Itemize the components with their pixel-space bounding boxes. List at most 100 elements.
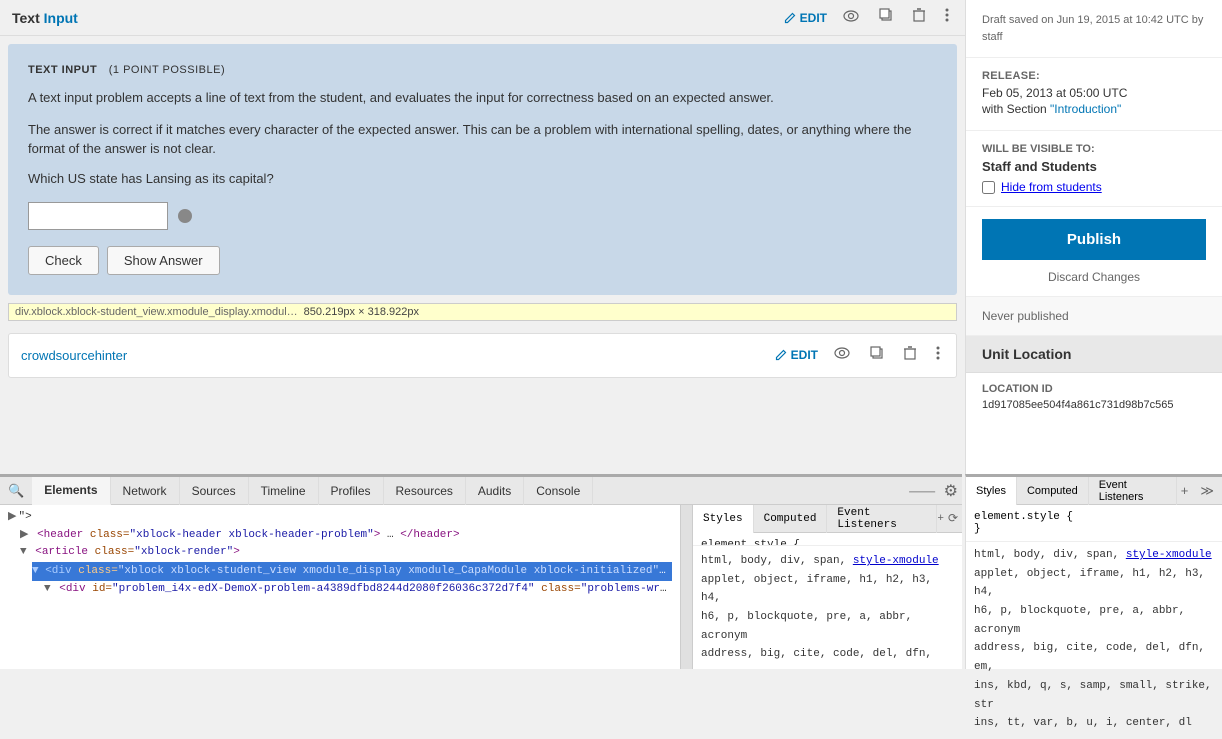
hide-from-students-row: Hide from students: [982, 180, 1206, 194]
html-line-3: ▼ <article class="xblock-render">: [20, 544, 672, 562]
hint-delete-btn[interactable]: [900, 344, 920, 367]
bottom-styles-content: element.style { }: [966, 505, 1222, 541]
devtools-content: ▶"> ▶ <header class="xblock-header xbloc…: [0, 505, 962, 669]
html-line-sub1: ▼ <div id="problem_i4x-edX-DemoX-problem…: [44, 581, 672, 599]
dom-tooltip: div.xblock.xblock-student_view.xmodule_d…: [8, 303, 957, 321]
styles-tab-computed[interactable]: Computed: [754, 505, 828, 533]
hide-from-students-link[interactable]: Hide from students: [1001, 180, 1102, 194]
problem-title: TEXT INPUT (1 point possible): [28, 64, 937, 76]
bottom-styles-add-icon[interactable]: +: [1177, 481, 1193, 500]
bottom-styles-tab-computed[interactable]: Computed: [1017, 477, 1089, 505]
bottom-styles-rule-end: }: [974, 523, 1214, 535]
problem-question: Which US state has Lansing as its capita…: [28, 171, 937, 186]
styles-tabs: Styles Computed Event Listeners + ⟳: [693, 505, 962, 533]
header-actions: EDIT: [784, 6, 953, 29]
devtools-tab-timeline[interactable]: Timeline: [249, 477, 319, 505]
problem-desc-1: A text input problem accepts a line of t…: [28, 88, 937, 108]
hint-visibility-btn[interactable]: [830, 344, 854, 366]
devtools-settings-btn[interactable]: ⚙: [940, 479, 962, 503]
visibility-icon-btn[interactable]: [839, 7, 863, 29]
bottom-css-list: html, body, div, span, style-xmodule app…: [966, 541, 1222, 737]
check-indicator: [178, 209, 192, 223]
delete-icon-btn[interactable]: [909, 6, 929, 29]
crowdsourcehinter-block: crowdsourcehinter EDIT: [8, 333, 957, 378]
html-line-selected[interactable]: ▼ <div class="xblock xblock-student_view…: [32, 562, 672, 582]
hint-ellipsis-icon: [936, 346, 940, 360]
devtools-scrollbar[interactable]: [680, 505, 692, 669]
show-answer-button[interactable]: Show Answer: [107, 246, 220, 275]
button-row: Check Show Answer: [28, 246, 937, 275]
discard-changes-button[interactable]: Discard Changes: [982, 266, 1206, 288]
never-published-section: Never published: [966, 297, 1222, 336]
devtools-tab-profiles[interactable]: Profiles: [319, 477, 384, 505]
visibility-value: Staff and Students: [982, 159, 1206, 174]
bottom-styles-tab-event-listeners[interactable]: Event Listeners: [1089, 477, 1177, 505]
styles-panel: Styles Computed Event Listeners + ⟳ elem…: [692, 505, 962, 669]
ellipsis-icon: [945, 8, 949, 22]
devtools-tab-sources[interactable]: Sources: [180, 477, 249, 505]
block-title: Text Input: [12, 10, 78, 26]
unit-location-header: Unit Location: [966, 336, 1222, 373]
hint-more-btn[interactable]: [932, 344, 944, 367]
bottom-styles-rule: element.style {: [974, 511, 1214, 523]
hint-edit-button[interactable]: EDIT: [775, 348, 818, 362]
devtools-tab-resources[interactable]: Resources: [384, 477, 466, 505]
title-input-text: Input: [44, 10, 78, 26]
devtools-html[interactable]: ▶"> ▶ <header class="xblock-header xbloc…: [0, 505, 680, 669]
devtools-panel: 🔍 Elements Network Sources Timeline Prof…: [0, 474, 962, 669]
css-tags-list: html, body, div, span, style-xmodule app…: [693, 545, 962, 669]
publish-button[interactable]: Publish: [982, 219, 1206, 260]
eye-icon: [843, 10, 859, 22]
edit-icon: [784, 12, 796, 24]
hide-from-students-checkbox[interactable]: [982, 181, 995, 194]
styles-tab-styles[interactable]: Styles: [693, 505, 754, 533]
location-id-value: 1d917085ee504f4a861c731d98b7c565: [982, 399, 1206, 411]
draft-info: Draft saved on Jun 19, 2015 at 10:42 UTC…: [982, 12, 1206, 45]
devtools-right-styles: Styles Computed Event Listeners + ≫ elem…: [965, 474, 1222, 669]
edit-button[interactable]: EDIT: [784, 11, 827, 25]
block-header: Text Input EDIT: [0, 0, 965, 36]
devtools-tab-audits[interactable]: Audits: [466, 477, 524, 505]
bottom-styles-tab-styles[interactable]: Styles: [966, 477, 1017, 505]
publish-section: Publish Discard Changes: [966, 207, 1222, 297]
copy-icon-btn[interactable]: [875, 6, 897, 29]
html-line-2: ▶ <header class="xblock-header xblock-he…: [20, 527, 672, 545]
hint-copy-btn[interactable]: [866, 344, 888, 367]
devtools-search-btn[interactable]: 🔍: [0, 479, 32, 503]
visibility-section: WILL BE VISIBLE TO: Staff and Students H…: [966, 131, 1222, 207]
devtools-tabs: 🔍 Elements Network Sources Timeline Prof…: [0, 477, 962, 505]
devtools-tab-elements[interactable]: Elements: [32, 477, 110, 505]
release-label: RELEASE:: [982, 70, 1206, 82]
styles-content: element.style { }: [693, 533, 962, 545]
devtools-tab-network[interactable]: Network: [111, 477, 180, 505]
answer-input[interactable]: [28, 202, 168, 230]
hint-block-actions: EDIT: [775, 344, 944, 367]
copy-icon: [879, 8, 893, 22]
crowdsourcehinter-title: crowdsourcehinter: [21, 348, 127, 363]
bottom-styles-more-icon[interactable]: ≫: [1196, 481, 1218, 501]
title-text: Text: [12, 10, 44, 26]
styles-tab-event-listeners[interactable]: Event Listeners: [827, 505, 937, 533]
draft-info-section: Draft saved on Jun 19, 2015 at 10:42 UTC…: [966, 0, 1222, 58]
location-id-section: LOCATION ID 1d917085ee504f4a861c731d98b7…: [966, 373, 1222, 421]
section-link[interactable]: "Introduction": [1050, 102, 1121, 116]
hint-trash-icon: [904, 346, 916, 360]
release-date: Feb 05, 2013 at 05:00 UTC: [982, 86, 1206, 100]
styles-add-rule-icon[interactable]: +: [937, 513, 944, 525]
release-section: RELEASE: Feb 05, 2013 at 05:00 UTC with …: [966, 58, 1222, 131]
html-line-1: ▶">: [8, 509, 672, 527]
check-button[interactable]: Check: [28, 246, 99, 275]
hint-eye-icon: [834, 347, 850, 359]
hint-edit-icon: [775, 349, 787, 361]
answer-input-row: [28, 202, 937, 230]
problem-desc-2: The answer is correct if it matches ever…: [28, 120, 937, 159]
trash-icon: [913, 8, 925, 22]
location-id-label: LOCATION ID: [982, 383, 1206, 395]
visibility-label: WILL BE VISIBLE TO:: [982, 143, 1206, 155]
devtools-tab-console[interactable]: Console: [524, 477, 593, 505]
styles-refresh-icon[interactable]: ⟳: [948, 511, 958, 526]
devtools-dock-btn[interactable]: ⸻: [905, 481, 940, 501]
more-actions-btn[interactable]: [941, 6, 953, 29]
problem-content: TEXT INPUT (1 point possible) A text inp…: [8, 44, 957, 295]
release-section-info: with Section "Introduction": [982, 102, 1206, 116]
